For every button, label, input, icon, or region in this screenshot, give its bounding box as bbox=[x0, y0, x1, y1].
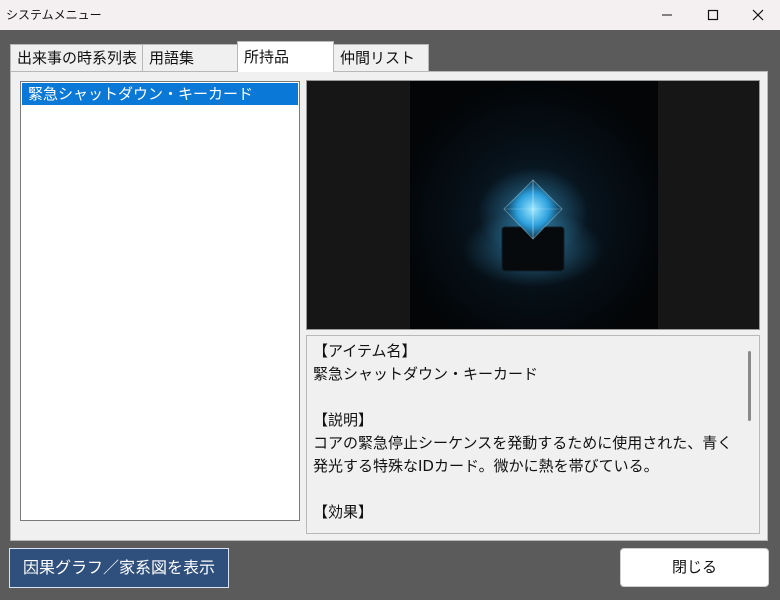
description-line bbox=[313, 478, 737, 501]
inventory-list[interactable]: 緊急シャットダウン・キーカード bbox=[20, 81, 300, 521]
tab-glossary[interactable]: 用語集 bbox=[142, 44, 238, 72]
close-icon bbox=[752, 9, 764, 21]
description-scrollbar[interactable] bbox=[741, 336, 759, 533]
item-preview-image bbox=[306, 80, 760, 330]
close-window-button[interactable] bbox=[735, 0, 780, 30]
description-line bbox=[313, 386, 737, 409]
description-line: 【説明】 bbox=[313, 411, 374, 429]
maximize-button[interactable] bbox=[690, 0, 736, 30]
glowing-blue-crystal-keycard-icon bbox=[307, 81, 759, 329]
minimize-button[interactable] bbox=[644, 0, 690, 30]
description-line: 【効果】 bbox=[313, 503, 374, 521]
description-line: 【アイテム名】 bbox=[313, 342, 417, 360]
close-menu-button[interactable]: 閉じる bbox=[620, 548, 769, 587]
maximize-icon bbox=[707, 9, 719, 21]
window-title: システムメニュー bbox=[6, 8, 102, 22]
minimize-icon bbox=[662, 14, 672, 16]
inventory-panel: 緊急シャットダウン・キーカード 【アイテム名】 緊急シャットダウン・キーカード … bbox=[10, 71, 768, 541]
item-description-box[interactable]: 【アイテム名】 緊急シャットダウン・キーカード 【説明】 コアの緊急停止シーケン… bbox=[306, 335, 760, 534]
title-bar: システムメニュー bbox=[0, 0, 780, 30]
scrollbar-thumb[interactable] bbox=[748, 351, 751, 421]
item-description: 【アイテム名】 緊急シャットダウン・キーカード 【説明】 コアの緊急停止シーケン… bbox=[313, 340, 737, 524]
description-line: 発光する特殊なIDカード。微かに熱を帯びている。 bbox=[313, 457, 659, 475]
tab-party-list[interactable]: 仲間リスト bbox=[333, 44, 429, 72]
system-menu-window: システムメニュー 出来事の時系列表 用語集 所持品 仲間リスト 緊急シャットダウ… bbox=[0, 0, 780, 600]
show-cause-graph-button[interactable]: 因果グラフ／家系図を表示 bbox=[9, 548, 229, 588]
description-line: 緊急シャットダウン・キーカード bbox=[313, 365, 539, 383]
tab-timeline[interactable]: 出来事の時系列表 bbox=[10, 44, 143, 72]
description-line: コアの緊急停止シーケンスを発動するために使用された、青く bbox=[313, 434, 733, 452]
tab-inventory[interactable]: 所持品 bbox=[237, 41, 334, 72]
inventory-list-item[interactable]: 緊急シャットダウン・キーカード bbox=[22, 83, 298, 105]
